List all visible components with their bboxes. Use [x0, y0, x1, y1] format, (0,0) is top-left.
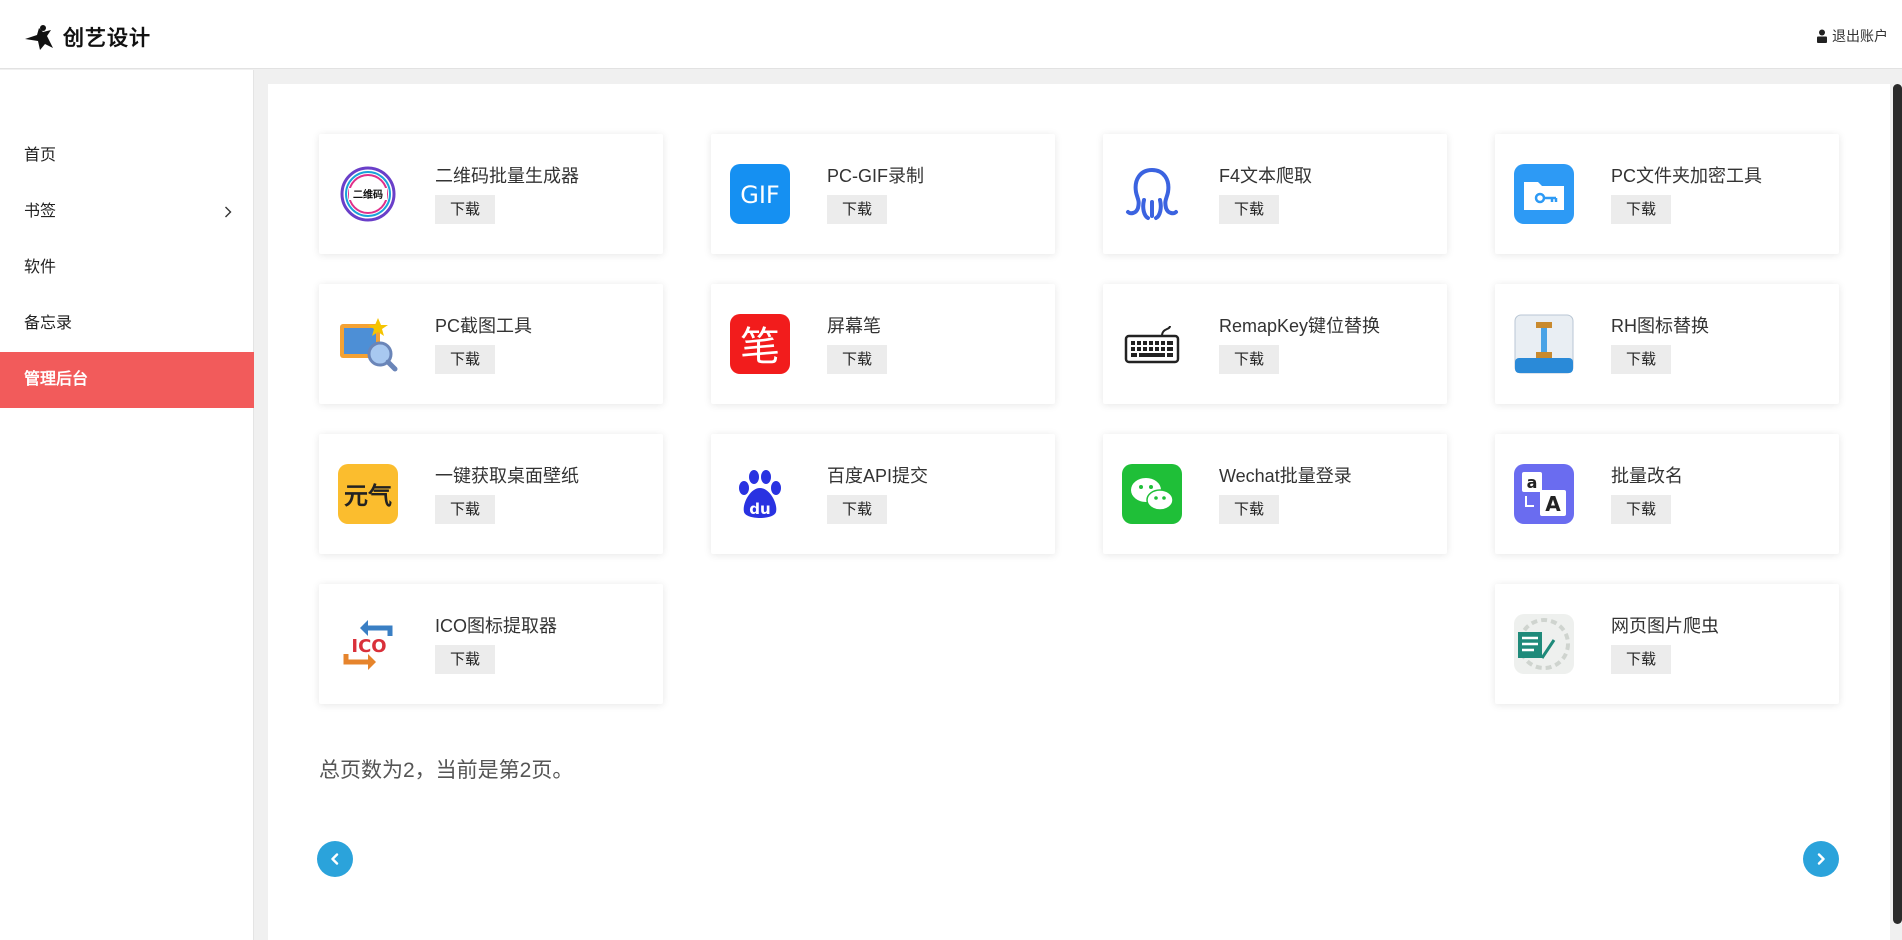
- sidebar-nav: 首页 书签 软件 备忘录 管理后台: [0, 128, 254, 408]
- svg-text:笔: 笔: [740, 324, 780, 370]
- download-button[interactable]: 下载: [435, 495, 495, 524]
- software-card: ICO ICO图标提取器 下载: [319, 584, 663, 704]
- brand-icon: [25, 25, 53, 50]
- software-title: 批量改名: [1611, 466, 1683, 486]
- folder-key-icon: [1514, 164, 1574, 224]
- svg-text:A: A: [1545, 492, 1561, 516]
- download-button[interactable]: 下载: [1611, 345, 1671, 374]
- download-button[interactable]: 下载: [1611, 495, 1671, 524]
- download-button[interactable]: 下载: [435, 195, 495, 224]
- download-button[interactable]: 下载: [1219, 495, 1279, 524]
- software-title: 百度API提交: [827, 466, 929, 486]
- sidebar-item-label: 首页: [24, 147, 57, 164]
- download-button[interactable]: 下载: [827, 195, 887, 224]
- software-card: a A 批量改名 下载: [1495, 434, 1839, 554]
- svg-text:元气: 元气: [344, 482, 392, 510]
- software-title: PC-GIF录制: [827, 166, 924, 186]
- screenshot-icon: [338, 314, 398, 374]
- download-button[interactable]: 下载: [1219, 195, 1279, 224]
- software-title: Wechat批量登录: [1219, 466, 1352, 486]
- software-card: PC截图工具 下载: [319, 284, 663, 404]
- software-title: PC文件夹加密工具: [1611, 166, 1763, 186]
- top-header: 创艺设计 退出账户: [0, 0, 1902, 69]
- software-title: 二维码批量生成器: [435, 166, 579, 186]
- software-card: Wechat批量登录 下载: [1103, 434, 1447, 554]
- sidebar-item-bookmarks[interactable]: 书签: [0, 184, 254, 240]
- baidu-icon: du: [730, 464, 790, 524]
- sidebar-item-admin[interactable]: 管理后台: [0, 352, 254, 408]
- previous-page-button[interactable]: [317, 841, 353, 877]
- sidebar-item-label: 软件: [24, 259, 57, 276]
- download-button[interactable]: 下载: [1611, 645, 1671, 674]
- logout-button[interactable]: 退出账户: [1816, 26, 1888, 46]
- software-card: RemapKey键位替换 下载: [1103, 284, 1447, 404]
- software-card: 笔 屏幕笔 下载: [711, 284, 1055, 404]
- next-page-button[interactable]: [1803, 841, 1839, 877]
- software-title: 屏幕笔: [827, 316, 881, 336]
- software-card: PC文件夹加密工具 下载: [1495, 134, 1839, 254]
- download-button[interactable]: 下载: [435, 345, 495, 374]
- qrcode-generator-icon: 二维码: [338, 164, 398, 224]
- pagination-info: 总页数为2，当前是第2页。: [319, 759, 574, 782]
- image-crawler-icon: [1514, 614, 1574, 674]
- svg-text:GIF: GIF: [740, 181, 779, 209]
- svg-text:du: du: [749, 500, 770, 518]
- download-button[interactable]: 下载: [827, 495, 887, 524]
- sidebar-item-label: 书签: [24, 203, 57, 220]
- software-title: RH图标替换: [1611, 316, 1709, 336]
- wechat-icon: [1122, 464, 1182, 524]
- download-button[interactable]: 下载: [827, 345, 887, 374]
- sidebar: 首页 书签 软件 备忘录 管理后台: [0, 70, 254, 940]
- chevron-left-icon: [331, 853, 339, 865]
- brand-logo[interactable]: 创艺设计: [23, 22, 151, 52]
- software-card: F4文本爬取 下载: [1103, 134, 1447, 254]
- software-card: 网页图片爬虫 下载: [1495, 584, 1839, 704]
- software-title: PC截图工具: [435, 316, 533, 336]
- resource-hacker-icon: [1514, 314, 1574, 374]
- svg-text:二维码: 二维码: [353, 188, 383, 201]
- logout-label: 退出账户: [1832, 28, 1888, 44]
- sidebar-item-software[interactable]: 软件: [0, 240, 254, 296]
- vertical-scrollbar[interactable]: [1893, 84, 1902, 924]
- software-card: GIF PC-GIF录制 下载: [711, 134, 1055, 254]
- main-panel: 二维码 二维码批量生成器 下载 GIF PC-GIF录制 下载 F4文本爬取 下…: [268, 84, 1890, 940]
- chevron-right-icon: [225, 206, 232, 218]
- download-button[interactable]: 下载: [1219, 345, 1279, 374]
- pen-icon: 笔: [730, 314, 790, 374]
- keyboard-icon: [1122, 314, 1182, 374]
- software-card: 二维码 二维码批量生成器 下载: [319, 134, 663, 254]
- software-card: 元气 一键获取桌面壁纸 下载: [319, 434, 663, 554]
- chevron-right-icon: [1817, 853, 1825, 865]
- ico-extractor-icon: ICO: [338, 614, 398, 674]
- software-card: RH图标替换 下载: [1495, 284, 1839, 404]
- sidebar-item-memo[interactable]: 备忘录: [0, 296, 254, 352]
- wallpaper-icon: 元气: [338, 464, 398, 524]
- octopus-icon: [1122, 164, 1182, 224]
- download-button[interactable]: 下载: [435, 645, 495, 674]
- software-title: F4文本爬取: [1219, 166, 1313, 186]
- gif-icon: GIF: [730, 164, 790, 224]
- rename-icon: a A: [1514, 464, 1574, 524]
- sidebar-item-label: 备忘录: [24, 315, 73, 332]
- software-title: RemapKey键位替换: [1219, 316, 1381, 336]
- download-button[interactable]: 下载: [1611, 195, 1671, 224]
- brand-name: 创艺设计: [63, 27, 151, 50]
- svg-text:a: a: [1527, 473, 1538, 492]
- software-title: 网页图片爬虫: [1611, 616, 1719, 636]
- sidebar-item-label: 管理后台: [24, 371, 89, 388]
- user-icon: [1817, 29, 1827, 43]
- software-title: 一键获取桌面壁纸: [435, 466, 579, 486]
- software-title: ICO图标提取器: [435, 616, 558, 636]
- sidebar-item-home[interactable]: 首页: [0, 128, 254, 184]
- software-card: du 百度API提交 下载: [711, 434, 1055, 554]
- svg-text:ICO: ICO: [351, 636, 386, 657]
